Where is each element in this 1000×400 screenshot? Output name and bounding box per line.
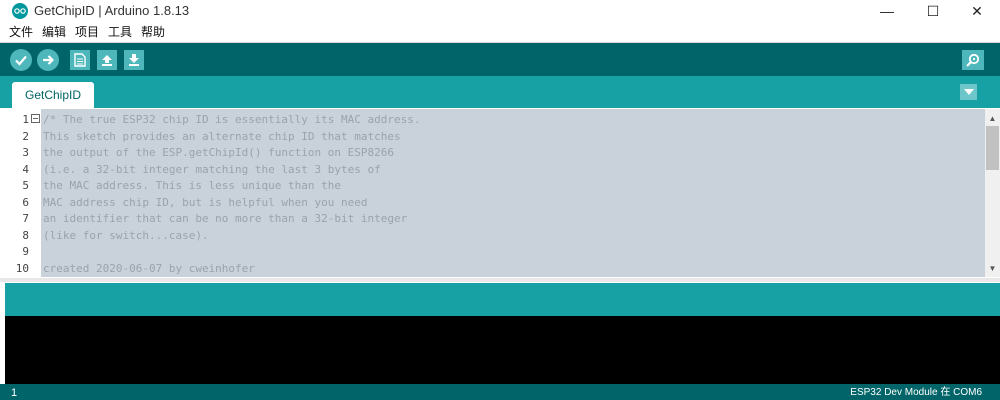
new-button[interactable] (70, 50, 90, 70)
menu-file[interactable]: 文件 (9, 24, 33, 40)
menu-tools[interactable]: 工具 (108, 24, 132, 40)
new-file-icon (74, 53, 86, 67)
code-line: the MAC address. This is less unique tha… (43, 179, 342, 192)
console-output[interactable] (5, 316, 1000, 384)
status-line-number: 1 (11, 387, 18, 399)
serial-monitor-icon (966, 53, 980, 67)
scroll-up-icon[interactable]: ▲ (987, 111, 998, 125)
open-icon (102, 55, 112, 66)
verify-icon (15, 55, 27, 66)
save-button[interactable] (124, 50, 144, 70)
line-number: 5 (22, 179, 29, 192)
open-button[interactable] (97, 50, 117, 70)
code-line: (like for switch...case). (43, 228, 209, 242)
code-line: the output of the ESP.getChipId() functi… (43, 146, 394, 159)
window-title: GetChipID | Arduino 1.8.13 (34, 3, 190, 18)
line-number: 10 (15, 261, 29, 275)
toolbar (0, 42, 1000, 76)
code-text-area[interactable]: /* The true ESP32 chip ID is essentially… (41, 109, 985, 277)
line-gutter: 1 2 3 4 5 6 7 8 9 10 (5, 109, 41, 277)
message-bar (5, 283, 1000, 316)
pane-divider[interactable] (0, 278, 1000, 282)
serial-monitor-button[interactable] (962, 50, 984, 70)
code-line: This sketch provides an alternate chip I… (43, 129, 401, 143)
tab-getchipid[interactable]: GetChipID (12, 82, 94, 108)
line-number: 8 (22, 228, 29, 242)
menu-edit[interactable]: 编辑 (42, 24, 66, 40)
status-board-port: ESP32 Dev Module 在 COM6 (850, 387, 982, 398)
code-line: (i.e. a 32-bit integer matching the last… (43, 162, 381, 176)
tab-menu-button[interactable] (960, 84, 977, 100)
close-button[interactable]: ✕ (954, 0, 1000, 22)
tab-bar: GetChipID (0, 76, 1000, 108)
menu-sketch[interactable]: 项目 (75, 24, 99, 40)
code-line: MAC address chip ID, but is helpful when… (43, 195, 368, 209)
verify-button[interactable] (10, 49, 32, 71)
line-number: 7 (22, 212, 29, 225)
minimize-button[interactable]: — (864, 0, 910, 22)
line-number: 2 (22, 129, 29, 143)
scrollbar-thumb[interactable] (986, 126, 999, 170)
fold-toggle-icon[interactable] (31, 114, 40, 123)
line-number: 1 (22, 113, 29, 126)
code-line: created 2020-06-07 by cweinhofer (43, 261, 255, 275)
code-editor[interactable]: 1 2 3 4 5 6 7 8 9 10 /* The true ESP32 c… (5, 109, 1000, 277)
chevron-down-icon (963, 89, 974, 95)
line-number: 4 (22, 162, 29, 176)
line-number: 6 (22, 195, 29, 209)
line-number: 9 (22, 245, 29, 258)
status-bar: 1 ESP32 Dev Module 在 COM6 (0, 384, 1000, 400)
upload-icon (43, 55, 55, 65)
code-line: /* The true ESP32 chip ID is essentially… (43, 113, 421, 126)
code-line: an identifier that can be no more than a… (43, 212, 408, 225)
arduino-logo-icon (12, 3, 28, 19)
maximize-button[interactable]: ☐ (910, 0, 956, 22)
menu-help[interactable]: 帮助 (141, 24, 165, 40)
upload-button[interactable] (37, 49, 59, 71)
vertical-scrollbar[interactable]: ▲ ▼ (985, 109, 1000, 277)
save-icon (129, 54, 139, 66)
menu-bar: 文件 编辑 项目 工具 帮助 (0, 22, 1000, 42)
title-bar: GetChipID | Arduino 1.8.13 — ☐ ✕ (0, 0, 1000, 22)
line-number: 3 (22, 146, 29, 159)
scroll-down-icon[interactable]: ▼ (987, 261, 998, 275)
